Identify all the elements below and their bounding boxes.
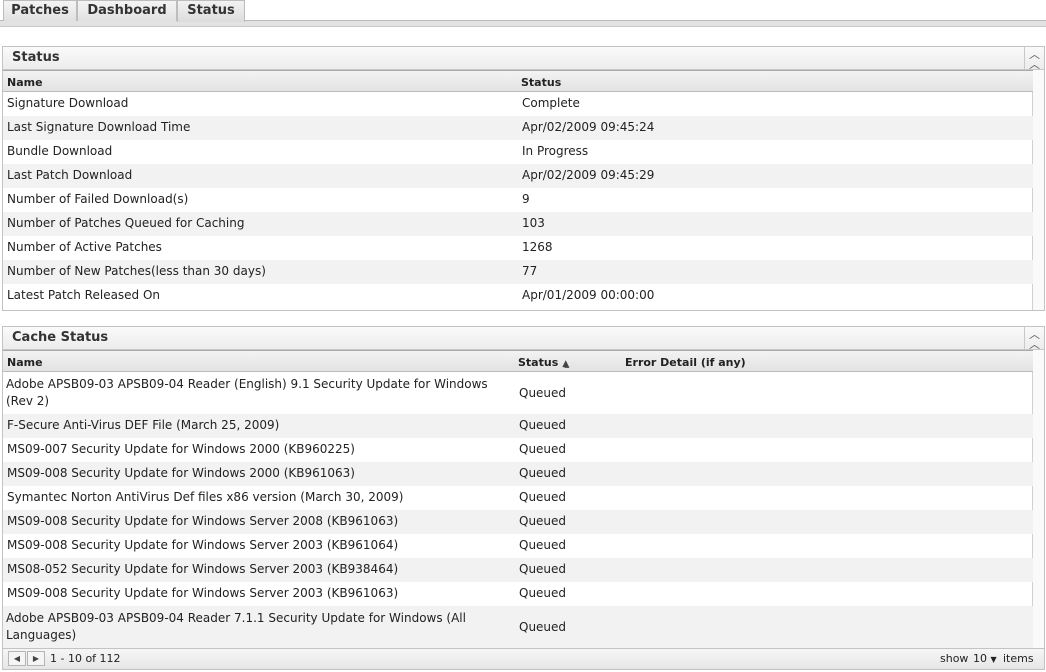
- table-row: MS09-008 Security Update for Windows 200…: [3, 462, 1033, 486]
- table-row: MS09-008 Security Update for Windows Ser…: [3, 534, 1033, 558]
- page-size-value: 10: [973, 652, 987, 665]
- column-header-name[interactable]: Name: [7, 356, 43, 369]
- row-name: Latest Patch Released On: [7, 288, 161, 302]
- row-name: Number of Patches Queued for Caching: [7, 216, 245, 230]
- column-header-status[interactable]: Status ▲̲: [518, 356, 569, 369]
- row-name: MS09-008 Security Update for Windows 200…: [7, 466, 355, 480]
- row-name: MS08-052 Security Update for Windows Ser…: [7, 562, 399, 576]
- table-row: Last Signature Download Time Apr/02/2009…: [3, 116, 1033, 140]
- status-grid-header: Name Status: [3, 70, 1033, 92]
- row-status: Queued: [519, 386, 567, 400]
- table-row: Number of Patches Queued for Caching 103: [3, 212, 1033, 236]
- row-status: Queued: [519, 562, 567, 576]
- row-status: 77: [522, 264, 538, 278]
- column-header-status-label: Status: [518, 356, 559, 369]
- cache-panel-header: Cache Status ︿ ︿: [3, 327, 1044, 350]
- row-name: MS09-008 Security Update for Windows Ser…: [7, 586, 399, 600]
- table-row: MS08-052 Security Update for Windows Ser…: [3, 558, 1033, 582]
- cache-grid: Name Status ▲̲ Error Detail (if any) Adob…: [3, 350, 1033, 648]
- table-row: MS09-008 Security Update for Windows Ser…: [3, 510, 1033, 534]
- tab-bar: Patches Dashboard Status: [0, 0, 1046, 27]
- row-status: Queued: [519, 490, 567, 504]
- cache-grid-body: Adobe APSB09-03 APSB09-04 Reader (Englis…: [3, 372, 1033, 648]
- cache-panel-collapse-button[interactable]: ︿ ︿: [1024, 327, 1044, 351]
- triangle-down-icon: ▼: [990, 655, 997, 664]
- status-grid: Name Status Signature Download Complete …: [3, 70, 1033, 308]
- page-size-select[interactable]: 10 ▼: [973, 652, 997, 665]
- row-name: MS09-008 Security Update for Windows Ser…: [7, 514, 399, 528]
- row-status: 103: [522, 216, 545, 230]
- table-row: MS09-007 Security Update for Windows 200…: [3, 438, 1033, 462]
- row-status: Queued: [519, 442, 567, 456]
- table-row: Symantec Norton AntiVirus Def files x86 …: [3, 486, 1033, 510]
- cache-panel-scrollbar[interactable]: [1032, 350, 1044, 649]
- column-header-status[interactable]: Status: [521, 76, 561, 89]
- row-status: Apr/02/2009 09:45:29: [522, 168, 655, 182]
- row-name: Number of Active Patches: [7, 240, 162, 254]
- row-name: Last Patch Download: [7, 168, 133, 182]
- next-page-button[interactable]: ▶: [27, 651, 45, 666]
- pagination-range: 1 - 10 of 112: [50, 652, 121, 665]
- column-header-name[interactable]: Name: [7, 76, 43, 89]
- row-name: Bundle Download: [7, 144, 113, 158]
- table-row: MS09-008 Security Update for Windows Ser…: [3, 582, 1033, 606]
- page-size-label: show: [940, 652, 969, 665]
- row-status: 1268: [522, 240, 553, 254]
- row-name: Adobe APSB09-03 APSB09-04 Reader 7.1.1 S…: [6, 611, 466, 642]
- status-panel-title: Status: [12, 50, 60, 65]
- status-panel-collapse-button[interactable]: ︿ ︿: [1024, 47, 1044, 71]
- row-status: Complete: [522, 96, 580, 110]
- row-name: Adobe APSB09-03 APSB09-04 Reader (Englis…: [6, 377, 488, 408]
- table-row: Adobe APSB09-03 APSB09-04 Reader 7.1.1 S…: [3, 606, 1033, 648]
- row-status: Apr/02/2009 09:45:24: [522, 120, 655, 134]
- row-status: Queued: [519, 466, 567, 480]
- table-row: Number of Failed Download(s) 9: [3, 188, 1033, 212]
- row-status: In Progress: [522, 144, 589, 158]
- table-row: Last Patch Download Apr/02/2009 09:45:29: [3, 164, 1033, 188]
- pagination-bar: ◀ ▶ 1 - 10 of 112 show 10 ▼ items: [3, 648, 1044, 669]
- row-name: Signature Download: [7, 96, 129, 110]
- row-name: Number of New Patches(less than 30 days): [7, 264, 266, 278]
- status-grid-body: Signature Download Complete Last Signatu…: [3, 92, 1033, 308]
- tab-status[interactable]: Status: [177, 0, 245, 22]
- triangle-right-icon: ▶: [32, 654, 40, 663]
- cache-panel-title: Cache Status: [12, 330, 109, 345]
- sort-ascending-icon[interactable]: ▲̲: [562, 359, 569, 369]
- tab-bar-baseline: [0, 20, 1046, 27]
- row-status: Queued: [519, 538, 567, 552]
- row-status: Queued: [519, 514, 567, 528]
- row-name: Last Signature Download Time: [7, 120, 191, 134]
- tab-dashboard[interactable]: Dashboard: [77, 0, 177, 21]
- double-chevron-up-icon: ︿ ︿: [1029, 328, 1040, 351]
- row-name: MS09-008 Security Update for Windows Ser…: [7, 538, 399, 552]
- table-row: Number of New Patches(less than 30 days)…: [3, 260, 1033, 284]
- tab-patches[interactable]: Patches: [3, 0, 77, 21]
- status-panel-scrollbar[interactable]: [1032, 70, 1044, 310]
- previous-page-button[interactable]: ◀: [8, 651, 26, 666]
- status-panel-header: Status ︿ ︿: [3, 47, 1044, 70]
- column-header-error-detail[interactable]: Error Detail (if any): [625, 356, 746, 369]
- table-row: F-Secure Anti-Virus DEF File (March 25, …: [3, 414, 1033, 438]
- table-row: Latest Patch Released On Apr/01/2009 00:…: [3, 284, 1033, 308]
- row-status: Queued: [519, 620, 567, 634]
- row-name: F-Secure Anti-Virus DEF File (March 25, …: [7, 418, 280, 432]
- row-name: MS09-007 Security Update for Windows 200…: [7, 442, 355, 456]
- status-panel: Status ︿ ︿ Name Status Signature Download…: [2, 46, 1045, 311]
- table-row: Number of Active Patches 1268: [3, 236, 1033, 260]
- row-status: 9: [522, 192, 530, 206]
- table-row: Adobe APSB09-03 APSB09-04 Reader (Englis…: [3, 372, 1033, 414]
- row-name: Symantec Norton AntiVirus Def files x86 …: [7, 490, 404, 504]
- triangle-left-icon: ◀: [13, 654, 21, 663]
- table-row: Signature Download Complete: [3, 92, 1033, 116]
- row-status: Queued: [519, 586, 567, 600]
- items-label: items: [1003, 652, 1034, 665]
- cache-status-panel: Cache Status ︿ ︿ Name Status ▲̲ Error Deta…: [2, 326, 1045, 670]
- double-chevron-up-icon: ︿ ︿: [1029, 48, 1040, 71]
- cache-grid-header: Name Status ▲̲ Error Detail (if any): [3, 350, 1033, 372]
- row-status: Apr/01/2009 00:00:00: [522, 288, 655, 302]
- table-row: Bundle Download In Progress: [3, 140, 1033, 164]
- row-name: Number of Failed Download(s): [7, 192, 189, 206]
- row-status: Queued: [519, 418, 567, 432]
